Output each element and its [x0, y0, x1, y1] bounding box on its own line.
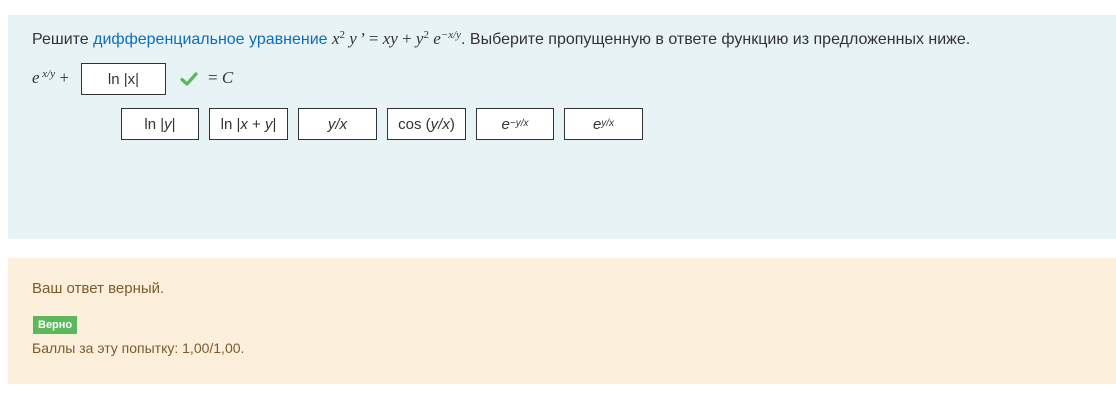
choice-ln-x-plus-y[interactable]: ln | x + y |: [209, 108, 288, 140]
formula-right: = C: [208, 68, 234, 87]
drop-zone[interactable]: ln |x|: [81, 63, 166, 95]
choice-cos-y-over-x[interactable]: cos (y/x): [387, 108, 466, 140]
feedback-panel: Ваш ответ верный. Верно Баллы за эту поп…: [8, 258, 1116, 384]
choice-e-y-over-x[interactable]: e y/x: [564, 108, 643, 140]
question-panel: Решите дифференциальное уравнение x2 y ’…: [8, 15, 1116, 239]
question-suffix: . Выберите пропущенную в ответе функцию …: [461, 31, 971, 48]
formula-left: e x/y +: [32, 68, 69, 87]
question-text: Решите дифференциальное уравнение x2 y ’…: [32, 29, 970, 50]
score-text: Баллы за эту попытку: 1,00/1,00.: [32, 340, 245, 356]
correct-badge: Верно: [33, 316, 78, 334]
drop-zone-value: ln |x|: [107, 70, 140, 88]
choice-y-over-x[interactable]: y/x: [298, 108, 377, 140]
feedback-message: Ваш ответ верный.: [32, 280, 165, 297]
glossary-link[interactable]: дифференциальное уравнение: [93, 31, 327, 48]
choice-e-minus-y-over-x[interactable]: e −y/x: [476, 108, 554, 140]
check-icon: [180, 72, 198, 86]
choice-ln-y[interactable]: ln | y |: [121, 108, 199, 140]
equation: x2 y ’ = xy + y2 e−x/y: [332, 29, 462, 48]
question-prefix: Решите: [32, 31, 94, 48]
